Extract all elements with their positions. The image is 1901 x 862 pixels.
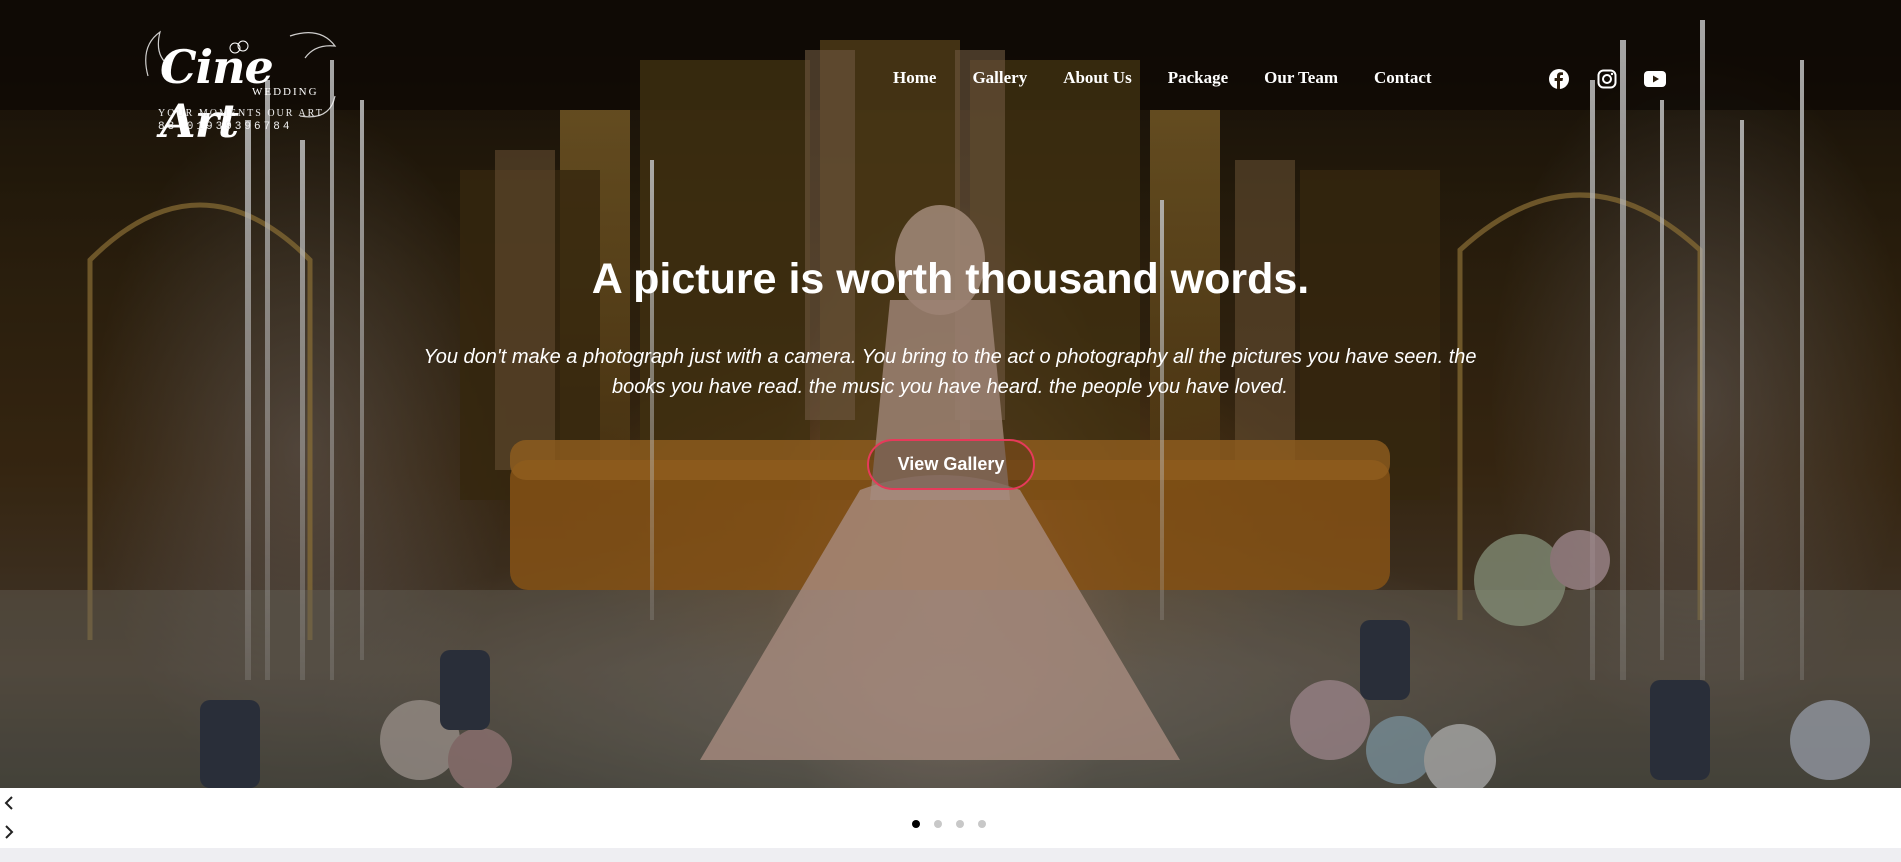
nav-item-home[interactable]: Home <box>893 68 936 88</box>
slider-dot[interactable] <box>956 820 964 828</box>
social-links <box>1548 68 1666 90</box>
nav-item-about-us[interactable]: About Us <box>1063 68 1132 88</box>
hero-title: A picture is worth thousand words. <box>591 255 1310 303</box>
slider-pagination <box>912 820 986 828</box>
next-section-edge <box>0 848 1901 862</box>
brand-logo[interactable]: Cine Art WEDDING YOUR MOMENTS OUR ART 88… <box>140 26 340 148</box>
slider-dot[interactable] <box>934 820 942 828</box>
chevron-right-icon[interactable] <box>4 824 18 842</box>
nav-item-contact[interactable]: Contact <box>1374 68 1432 88</box>
nav-item-our-team[interactable]: Our Team <box>1264 68 1338 88</box>
main-navigation: Home Gallery About Us Package Our Team C… <box>893 68 1432 88</box>
logo-subtitle: WEDDING <box>252 86 319 98</box>
slider-dot[interactable] <box>912 820 920 828</box>
nav-item-package[interactable]: Package <box>1168 68 1228 88</box>
slider-dot[interactable] <box>978 820 986 828</box>
logo-phone: 88 01939396784 <box>158 121 293 133</box>
hero-description: You don't make a photograph just with a … <box>423 346 1477 398</box>
chevron-left-icon[interactable] <box>4 795 18 813</box>
facebook-icon[interactable] <box>1548 68 1570 90</box>
nav-item-gallery[interactable]: Gallery <box>972 68 1027 88</box>
hero-slider: Cine Art WEDDING YOUR MOMENTS OUR ART 88… <box>0 0 1901 788</box>
instagram-icon[interactable] <box>1596 68 1618 90</box>
logo-tagline: YOUR MOMENTS OUR ART <box>158 108 324 119</box>
view-gallery-button[interactable]: View Gallery <box>867 439 1035 490</box>
youtube-icon[interactable] <box>1644 68 1666 90</box>
